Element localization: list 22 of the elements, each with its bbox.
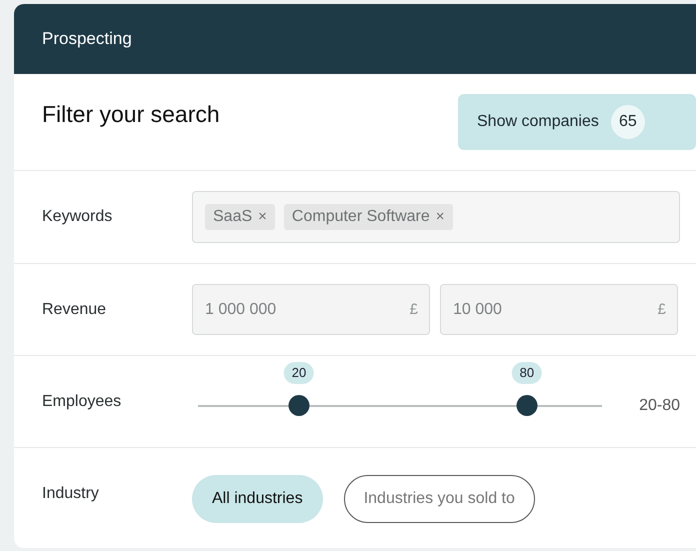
slider-thumb[interactable] bbox=[288, 394, 310, 416]
slider-thumb[interactable] bbox=[516, 394, 538, 416]
window-title: Prospecting bbox=[42, 28, 132, 50]
currency-symbol: £ bbox=[658, 300, 666, 320]
currency-symbol: £ bbox=[410, 300, 418, 320]
keyword-tag: SaaS × bbox=[205, 204, 275, 230]
field-label: Keywords bbox=[42, 207, 114, 227]
field-label: Employees bbox=[42, 392, 122, 412]
range-reading: 20-80 bbox=[639, 396, 680, 416]
remove-tag-icon[interactable]: × bbox=[258, 206, 267, 228]
field-label: Revenue bbox=[42, 300, 108, 320]
industry-option[interactable]: Industries you sold to bbox=[344, 475, 535, 523]
show-companies-button[interactable]: Show companies 65 bbox=[458, 94, 696, 150]
field-label: Industry bbox=[42, 484, 100, 504]
remove-tag-icon[interactable]: × bbox=[436, 206, 445, 228]
keywords-field[interactable]: SaaS × Computer Software × bbox=[192, 191, 680, 243]
slider-value-bubble: 20 bbox=[284, 362, 314, 384]
slider-value-bubble: 80 bbox=[512, 362, 542, 384]
keyword-tag: Computer Software × bbox=[284, 204, 453, 230]
industry-option[interactable]: All industries bbox=[192, 475, 323, 523]
heading: Filter your search bbox=[42, 100, 220, 129]
count-badge: 65 bbox=[610, 105, 645, 139]
